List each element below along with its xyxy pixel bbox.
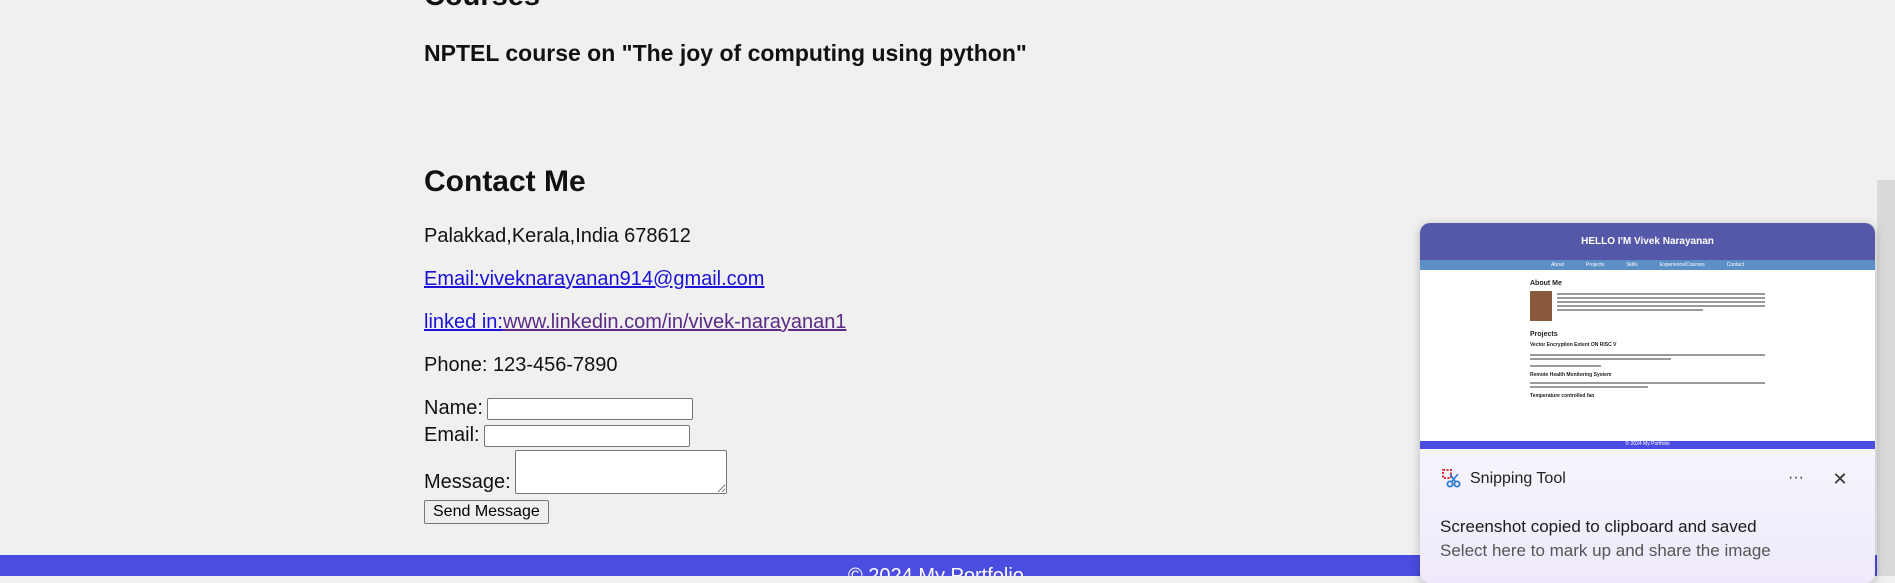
thumbnail-nav-item: Contact <box>1726 262 1745 268</box>
message-label: Message: <box>424 471 511 493</box>
send-message-button[interactable]: Send Message <box>424 500 549 524</box>
snipping-tool-icon <box>1442 469 1461 488</box>
thumbnail-about-row <box>1530 291 1765 321</box>
thumbnail-nav-item: Skills <box>1626 262 1638 268</box>
linkedin-link[interactable]: www.linkedin.com/in/vivek-narayanan1 <box>503 311 847 333</box>
message-textarea[interactable] <box>514 450 727 494</box>
thumbnail-about-text <box>1557 291 1765 321</box>
email-input[interactable] <box>483 424 690 447</box>
thumbnail-nav-item: Experience/Courses <box>1659 262 1705 268</box>
notification-subtitle: Select here to mark up and share the ima… <box>1440 541 1771 560</box>
notification-app-name: Snipping Tool <box>1470 470 1566 487</box>
thumbnail-project-3: Temperature controlled fan <box>1530 393 1595 399</box>
name-input[interactable] <box>486 397 693 420</box>
thumbnail-profile-photo <box>1530 291 1552 321</box>
thumbnail-header: HELLO I'M Vivek Narayanan <box>1420 223 1875 260</box>
thumbnail-nav: About Projects Skills Experience/Courses… <box>1420 260 1875 270</box>
thumbnail-nav-item: Projects <box>1586 262 1605 268</box>
address-text: Palakkad,Kerala,India 678612 <box>424 225 691 247</box>
course-item: NPTEL course on "The joy of computing us… <box>424 40 1027 66</box>
notification-title: Screenshot copied to clipboard and saved <box>1440 517 1757 536</box>
thumbnail-footer: © 2024 My Portfolio <box>1420 441 1875 449</box>
name-label: Name: <box>424 397 483 419</box>
thumbnail-about-heading: About Me <box>1530 280 1562 287</box>
contact-heading: Contact Me <box>424 165 586 198</box>
linkedin-label-link[interactable]: linked in: <box>424 311 503 333</box>
phone-text: Phone: 123-456-7890 <box>424 354 618 376</box>
courses-heading: Courses <box>424 0 540 13</box>
thumbnail-project-2: Remote Health Monitoring System <box>1530 372 1612 378</box>
thumbnail-nav-item: About <box>1550 262 1565 268</box>
email-row: Email: <box>424 424 690 447</box>
linkedin-line: linked in:www.linkedin.com/in/vivek-nara… <box>424 311 846 334</box>
more-options-icon[interactable]: ··· <box>1782 465 1810 493</box>
name-row: Name: <box>424 397 693 420</box>
thumbnail-project-1: Vector Encryption Extent ON RISC V <box>1530 342 1617 348</box>
footer-text: © 2024 My Portfolio <box>848 565 1024 576</box>
thumbnail-projects-heading: Projects <box>1530 331 1558 338</box>
message-row: Message: <box>424 450 727 494</box>
notification-body[interactable]: Snipping Tool ··· ✕ Screenshot copied to… <box>1420 449 1875 583</box>
email-label: Email: <box>424 424 480 446</box>
email-line: Email:viveknarayanan914@gmail.com <box>424 268 764 291</box>
email-link[interactable]: Email:viveknarayanan914@gmail.com <box>424 268 764 290</box>
scrollbar[interactable] <box>1877 180 1895 576</box>
screenshot-thumbnail[interactable]: HELLO I'M Vivek Narayanan About Projects… <box>1420 223 1875 449</box>
thumbnail-body: About Me Projects Vector Encryption Exte… <box>1420 270 1875 413</box>
snipping-tool-notification[interactable]: HELLO I'M Vivek Narayanan About Projects… <box>1420 223 1875 583</box>
close-icon[interactable]: ✕ <box>1826 465 1854 493</box>
